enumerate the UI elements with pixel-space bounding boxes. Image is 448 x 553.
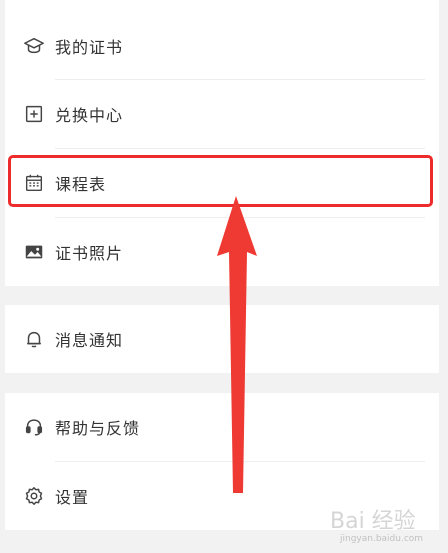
menu-item-label: 消息通知	[55, 331, 124, 350]
menu-item-my-certificates[interactable]: 我的证书	[5, 12, 439, 80]
plus-square-icon	[23, 103, 45, 125]
menu-item-label: 帮助与反馈	[55, 419, 141, 438]
headset-icon	[23, 416, 45, 438]
menu-item-label: 证书照片	[55, 244, 124, 263]
bell-icon	[23, 328, 45, 350]
menu-group-main: 我的证书 兑换中心 课程表 证书照片	[5, 0, 439, 286]
highlight-box	[8, 155, 433, 207]
watermark-url: jingyan.baidu.com	[340, 534, 424, 544]
menu-group-notifications: 消息通知	[5, 305, 439, 373]
menu-item-label: 设置	[55, 488, 90, 507]
menu-item-certificate-photo[interactable]: 证书照片	[5, 218, 439, 286]
menu-item-help-feedback[interactable]: 帮助与反馈	[5, 393, 439, 461]
image-icon	[23, 241, 45, 263]
menu-item-label: 我的证书	[55, 38, 124, 57]
graduation-cap-icon	[23, 35, 45, 57]
menu-item-notifications[interactable]: 消息通知	[5, 305, 439, 373]
gear-icon	[23, 485, 45, 507]
menu-item-label: 兑换中心	[55, 106, 124, 125]
watermark-text: Bai 经验	[330, 509, 416, 534]
menu-item-redeem-center[interactable]: 兑换中心	[5, 80, 439, 148]
baidu-watermark: Bai 经验 jingyan.baidu.com	[330, 500, 445, 550]
settings-menu-page: 我的证书 兑换中心 课程表 证书照片 消息通知 帮助与反馈 设置 Bai 经验 …	[0, 0, 448, 553]
